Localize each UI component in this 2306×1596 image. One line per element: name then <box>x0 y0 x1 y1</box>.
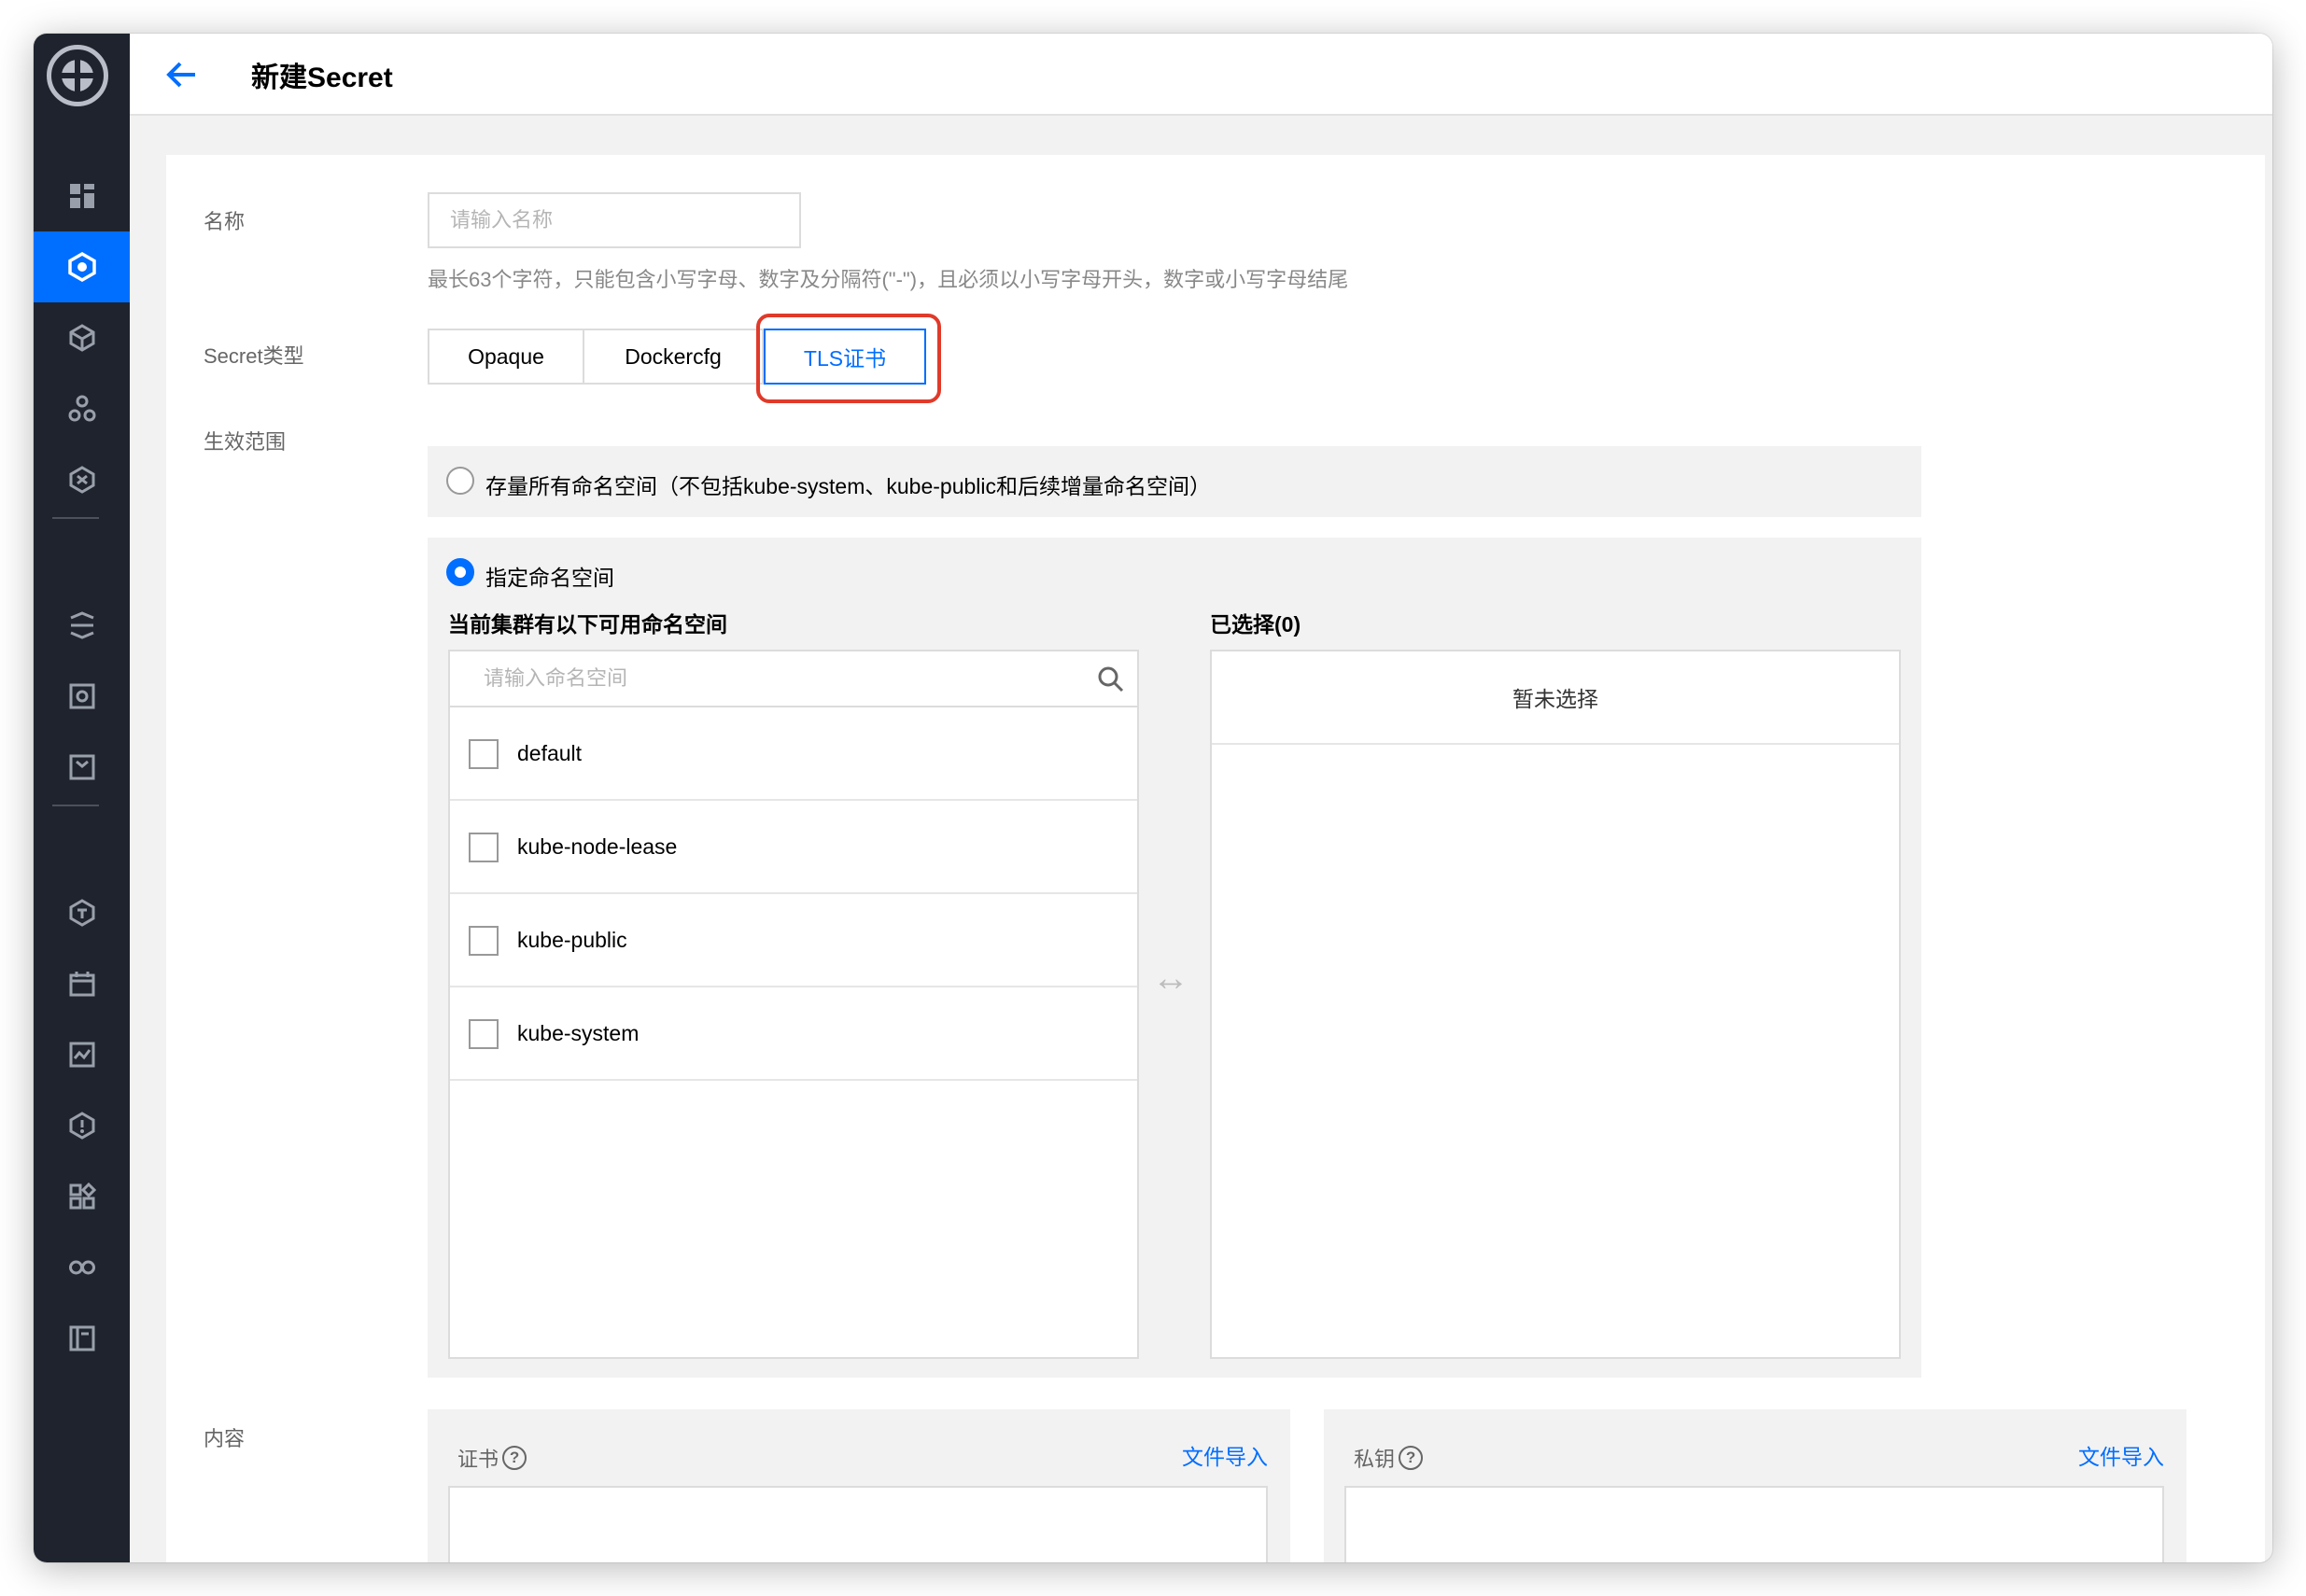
grid-icon <box>69 184 94 208</box>
nodes-icon <box>68 395 95 422</box>
sidebar-item-cluster[interactable] <box>34 231 130 302</box>
cert-card: 证书 ? 文件导入 <box>428 1409 1290 1562</box>
checkbox[interactable] <box>469 833 499 862</box>
storage-icon <box>69 683 94 709</box>
sidebar-item-package[interactable] <box>34 732 130 803</box>
cube-icon <box>69 324 94 352</box>
radio-all[interactable] <box>446 467 474 495</box>
cert-label-text: 证书 <box>457 1448 499 1471</box>
search-icon[interactable] <box>1096 665 1126 694</box>
sidebar-item-shield[interactable] <box>34 877 130 948</box>
page-title: 新建Secret <box>251 63 393 93</box>
help-icon[interactable]: ? <box>1399 1446 1424 1470</box>
sidebar-item-storage[interactable] <box>34 661 130 732</box>
sidebar-item-book[interactable] <box>34 1303 130 1374</box>
namespace-label: kube-public <box>517 928 627 952</box>
scope-all-label: 存量所有命名空间（不包括kube-system、kube-public和后续增量… <box>485 474 1212 498</box>
layers-icon <box>69 611 94 639</box>
sidebar-item-nodes[interactable] <box>34 373 130 444</box>
logo-icon[interactable] <box>47 45 108 106</box>
selected-title: 已选择(0) <box>1210 612 1301 637</box>
name-label: 名称 <box>204 210 246 233</box>
help-icon[interactable]: ? <box>502 1446 527 1470</box>
key-card: 私钥 ? 文件导入 <box>1324 1409 2186 1562</box>
sidebar-item-services[interactable] <box>34 302 130 373</box>
apps-icon <box>69 1182 96 1210</box>
shield-icon <box>69 899 94 927</box>
infinity-icon <box>68 1260 95 1275</box>
namespace-label: kube-node-lease <box>517 834 678 859</box>
available-namespace-list: default kube-node-lease kube-public kube… <box>448 650 1139 1359</box>
highlight-box <box>756 314 941 403</box>
cert-label: 证书 ? <box>457 1443 527 1473</box>
book-icon <box>69 1325 94 1351</box>
scope-all-option[interactable]: 存量所有命名空间（不包括kube-system、kube-public和后续增量… <box>428 446 1921 517</box>
key-label: 私钥 ? <box>1354 1443 1424 1473</box>
type-label: Secret类型 <box>204 344 304 368</box>
sidebar-item-calendar[interactable] <box>34 948 130 1019</box>
type-dockercfg-button[interactable]: Dockercfg <box>583 329 764 385</box>
calendar-icon <box>69 972 94 997</box>
namespace-row[interactable]: default <box>450 707 1137 801</box>
checkbox[interactable] <box>469 739 499 769</box>
namespace-search <box>450 651 1137 707</box>
form-panel: 名称 最长63个字符，只能包含小写字母、数字及分隔符("-")，且必须以小写字母… <box>166 155 2265 1562</box>
key-textarea[interactable] <box>1344 1486 2164 1562</box>
sidebar-item-monitor[interactable] <box>34 1019 130 1090</box>
cert-textarea[interactable] <box>448 1486 1268 1562</box>
namespace-search-input[interactable] <box>450 651 1137 706</box>
chart-icon <box>69 1042 94 1068</box>
cert-import-link[interactable]: 文件导入 <box>1182 1439 1268 1471</box>
sidebar <box>34 34 130 1562</box>
radio-specific[interactable] <box>446 558 474 586</box>
scope-label: 生效范围 <box>204 430 287 454</box>
page-header: 新建Secret <box>130 34 2272 116</box>
sidebar-item-infinity[interactable] <box>34 1232 130 1303</box>
checkbox[interactable] <box>469 1019 499 1049</box>
namespace-row[interactable]: kube-node-lease <box>450 801 1137 894</box>
scope-specific-option: 指定命名空间 当前集群有以下可用命名空间 已选择(0) default kube… <box>428 538 1921 1378</box>
name-hint: 最长63个字符，只能包含小写字母、数字及分隔符("-")，且必须以小写字母开头，… <box>428 268 1349 291</box>
back-arrow-icon[interactable] <box>163 56 201 93</box>
namespace-row[interactable]: kube-system <box>450 987 1137 1081</box>
selected-empty-text: 暂未选择 <box>1212 651 1899 745</box>
selected-namespace-list: 暂未选择 <box>1210 650 1901 1359</box>
sidebar-divider <box>52 805 99 806</box>
content-label: 内容 <box>204 1427 246 1450</box>
key-import-link[interactable]: 文件导入 <box>2078 1439 2164 1471</box>
checkbox[interactable] <box>469 926 499 956</box>
cluster-icon <box>67 252 96 282</box>
sidebar-item-apps[interactable] <box>34 1161 130 1232</box>
namespace-label: kube-system <box>517 1021 640 1045</box>
network-icon <box>69 466 94 494</box>
alert-icon <box>69 1112 94 1140</box>
name-input[interactable] <box>428 192 801 248</box>
sidebar-item-overview[interactable] <box>34 161 130 231</box>
transfer-arrow-icon: ↔ <box>1152 958 1189 999</box>
scope-specific-label: 指定命名空间 <box>485 566 614 590</box>
app-window: 新建Secret 名称 最长63个字符，只能包含小写字母、数字及分隔符("-")… <box>34 34 2272 1562</box>
package-icon <box>69 754 94 780</box>
sidebar-item-config[interactable] <box>34 590 130 661</box>
key-label-text: 私钥 <box>1354 1448 1396 1471</box>
sidebar-item-network[interactable] <box>34 444 130 515</box>
type-opaque-button[interactable]: Opaque <box>428 329 584 385</box>
namespace-label: default <box>517 741 583 765</box>
namespace-row[interactable]: kube-public <box>450 894 1137 987</box>
sidebar-item-alarm[interactable] <box>34 1090 130 1161</box>
available-title: 当前集群有以下可用命名空间 <box>448 612 727 637</box>
sidebar-divider <box>52 517 99 519</box>
